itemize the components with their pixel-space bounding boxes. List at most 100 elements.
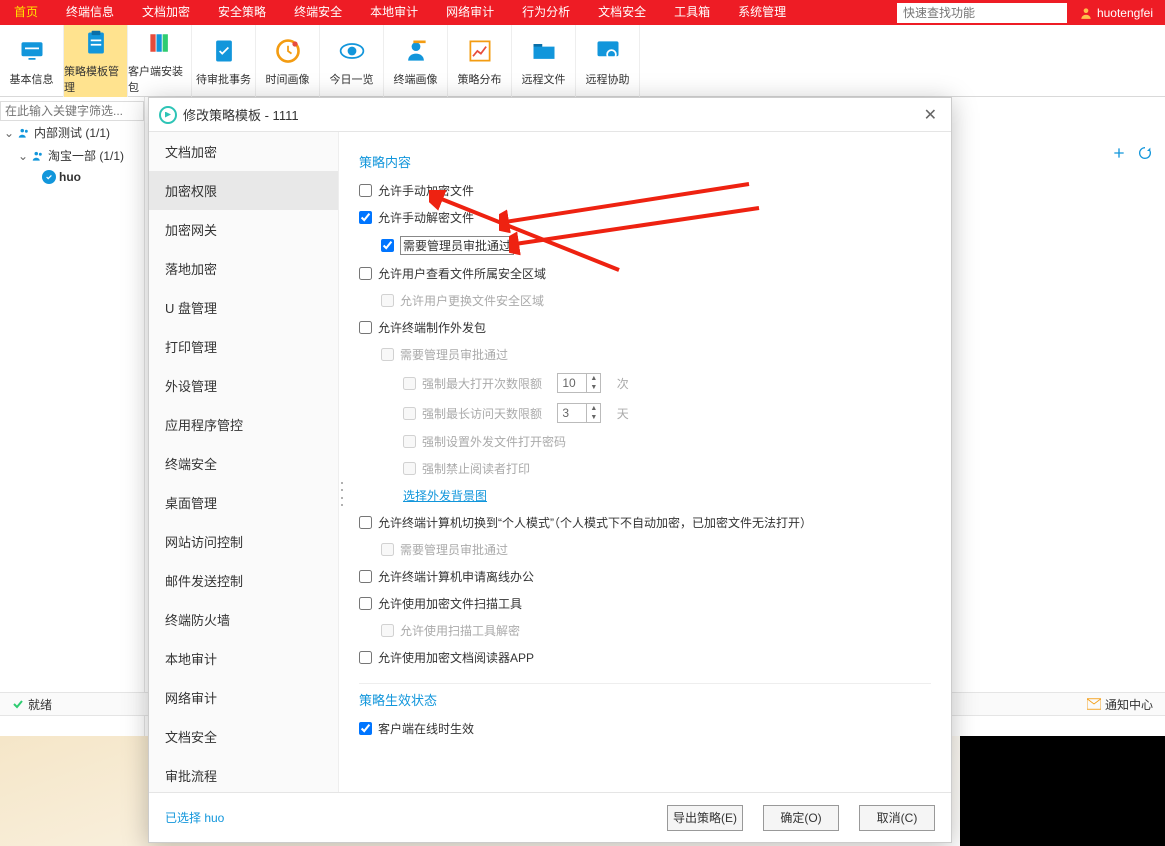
status-text: 就绪 xyxy=(28,696,52,713)
side-item[interactable]: U 盘管理 xyxy=(149,288,338,327)
ok-button[interactable]: 确定(O) xyxy=(763,805,839,831)
cancel-button[interactable]: 取消(C) xyxy=(859,805,935,831)
side-item[interactable]: 打印管理 xyxy=(149,327,338,366)
side-item[interactable]: 网站访问控制 xyxy=(149,522,338,561)
monitor-icon xyxy=(18,37,46,65)
user-icon xyxy=(1079,6,1093,20)
ribbon-pending-approval[interactable]: 待审批事务 xyxy=(192,25,256,97)
modal-side-nav: 文档加密加密权限加密网关落地加密U 盘管理打印管理外设管理应用程序管控终端安全桌… xyxy=(149,132,339,792)
side-item[interactable]: 文档加密 xyxy=(149,132,338,171)
chart-icon xyxy=(466,37,494,65)
side-item[interactable]: 本地审计 xyxy=(149,639,338,678)
tree-filter-input[interactable] xyxy=(0,101,144,121)
side-item[interactable]: 终端安全 xyxy=(149,444,338,483)
ribbon-client-package[interactable]: 客户端安装包 xyxy=(128,25,192,97)
side-item[interactable]: 应用程序管控 xyxy=(149,405,338,444)
link-bg-image[interactable]: 选择外发背景图 xyxy=(403,482,931,509)
top-tab[interactable]: 工具箱 xyxy=(660,0,724,25)
search-input[interactable] xyxy=(897,3,1067,23)
number-input[interactable]: 10▲▼ xyxy=(557,373,601,393)
policy-modal: 修改策略模板 - 1111 ✕ 文档加密加密权限加密网关落地加密U 盘管理打印管… xyxy=(148,97,952,843)
tree-panel: ⌄内部测试 (1/1) ⌄淘宝一部 (1/1) huo xyxy=(0,97,145,846)
opt-reader-app[interactable]: 允许使用加密文档阅读器APP xyxy=(359,644,931,671)
top-tab[interactable]: 文档加密 xyxy=(128,0,204,25)
notify-center[interactable]: 通知中心 xyxy=(1087,696,1153,713)
opt-max-open: 强制最大打开次数限额 10▲▼ 次 xyxy=(403,368,931,398)
top-tab[interactable]: 网络审计 xyxy=(432,0,508,25)
number-input[interactable]: 3▲▼ xyxy=(557,403,601,423)
opt-manual-encrypt[interactable]: 允许手动加密文件 xyxy=(359,177,931,204)
opt-make-outpack[interactable]: 允许终端制作外发包 xyxy=(359,314,931,341)
ribbon-remote-assist[interactable]: 远程协助 xyxy=(576,25,640,97)
mail-icon xyxy=(1087,698,1101,710)
ribbon-toolbar: 基本信息 策略模板管理 客户端安装包 待审批事务 时间画像 今日一览 终端画像 … xyxy=(0,25,1165,97)
section-header: 策略内容 xyxy=(359,152,931,171)
clock-icon xyxy=(274,37,302,65)
top-tab-home[interactable]: 首页 xyxy=(0,0,52,25)
top-tab[interactable]: 终端信息 xyxy=(52,0,128,25)
opt-online-effect[interactable]: 客户端在线时生效 xyxy=(359,715,931,742)
ribbon-policy-dist[interactable]: 策略分布 xyxy=(448,25,512,97)
section-header: 策略生效状态 xyxy=(359,690,931,709)
tree-node[interactable]: ⌄淘宝一部 (1/1) xyxy=(0,144,144,167)
opt-need-admin-approval[interactable]: 需要管理员审批通过 xyxy=(381,231,931,260)
clipboard-icon xyxy=(82,29,110,57)
ribbon-terminal-portrait[interactable]: 终端画像 xyxy=(384,25,448,97)
opt-personal-approval: 需要管理员审批通过 xyxy=(381,536,931,563)
modal-content: 策略内容 允许手动加密文件 允许手动解密文件 需要管理员审批通过 允许用户查看文… xyxy=(339,132,951,792)
side-item[interactable]: 邮件发送控制 xyxy=(149,561,338,600)
check-icon xyxy=(12,698,24,710)
ribbon-remote-file[interactable]: 远程文件 xyxy=(512,25,576,97)
top-tab[interactable]: 行为分析 xyxy=(508,0,584,25)
ribbon-policy-template[interactable]: 策略模板管理 xyxy=(64,25,128,97)
side-item[interactable]: 审批流程 xyxy=(149,756,338,792)
side-item[interactable]: 落地加密 xyxy=(149,249,338,288)
top-tab[interactable]: 系统管理 xyxy=(724,0,800,25)
opt-view-zone[interactable]: 允许用户查看文件所属安全区域 xyxy=(359,260,931,287)
tree-leaf[interactable]: huo xyxy=(0,167,144,187)
tree-node[interactable]: ⌄内部测试 (1/1) xyxy=(0,121,144,144)
opt-outpack-approval: 需要管理员审批通过 xyxy=(381,341,931,368)
main-area: ⌄内部测试 (1/1) ⌄淘宝一部 (1/1) huo 就绪 通知中心 修改策略… xyxy=(0,97,1165,846)
opt-forbid-print: 强制禁止阅读者打印 xyxy=(403,455,931,482)
opt-offline[interactable]: 允许终端计算机申请离线办公 xyxy=(359,563,931,590)
user-card-icon xyxy=(402,37,430,65)
books-icon xyxy=(146,29,174,57)
group-icon xyxy=(17,126,31,140)
group-icon xyxy=(31,149,45,163)
chevron-down-icon: ⌄ xyxy=(4,126,14,140)
plus-icon[interactable] xyxy=(1111,145,1127,161)
top-tab[interactable]: 文档安全 xyxy=(584,0,660,25)
side-item[interactable]: 桌面管理 xyxy=(149,483,338,522)
drag-handle-icon[interactable] xyxy=(339,482,345,506)
side-item[interactable]: 加密网关 xyxy=(149,210,338,249)
side-item[interactable]: 网络审计 xyxy=(149,678,338,717)
side-item[interactable]: 加密权限 xyxy=(149,171,338,210)
eye-icon xyxy=(338,37,366,65)
modal-title: 修改策略模板 - 1111 xyxy=(183,105,920,124)
side-item[interactable]: 外设管理 xyxy=(149,366,338,405)
check-badge-icon xyxy=(42,170,56,184)
opt-scan-decrypt: 允许使用扫描工具解密 xyxy=(381,617,931,644)
opt-manual-decrypt[interactable]: 允许手动解密文件 xyxy=(359,204,931,231)
monitor-search-icon xyxy=(594,37,622,65)
ribbon-today-overview[interactable]: 今日一览 xyxy=(320,25,384,97)
opt-scan-tool[interactable]: 允许使用加密文件扫描工具 xyxy=(359,590,931,617)
user-menu[interactable]: huotengfei xyxy=(1067,6,1165,20)
top-tab[interactable]: 安全策略 xyxy=(204,0,280,25)
side-item[interactable]: 文档安全 xyxy=(149,717,338,756)
document-check-icon xyxy=(210,37,238,65)
opt-max-days: 强制最长访问天数限额 3▲▼ 天 xyxy=(403,398,931,428)
export-button[interactable]: 导出策略(E) xyxy=(667,805,743,831)
top-tab[interactable]: 本地审计 xyxy=(356,0,432,25)
opt-change-zone: 允许用户更换文件安全区域 xyxy=(381,287,931,314)
ribbon-basic-info[interactable]: 基本信息 xyxy=(0,25,64,97)
close-icon[interactable]: ✕ xyxy=(920,101,941,129)
opt-personal-mode[interactable]: 允许终端计算机切换到“个人模式”（个人模式下不自动加密，已加密文件无法打开） xyxy=(359,509,931,536)
panel-actions xyxy=(1111,145,1153,161)
top-tab[interactable]: 终端安全 xyxy=(280,0,356,25)
ribbon-time-portrait[interactable]: 时间画像 xyxy=(256,25,320,97)
side-item[interactable]: 终端防火墙 xyxy=(149,600,338,639)
refresh-icon[interactable] xyxy=(1137,145,1153,161)
modal-header: 修改策略模板 - 1111 ✕ xyxy=(149,98,951,132)
